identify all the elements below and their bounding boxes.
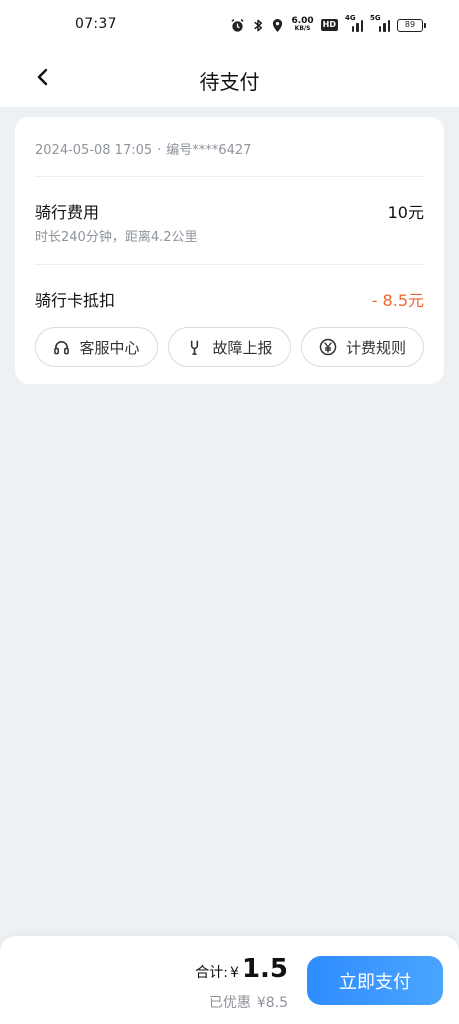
yen-icon — [319, 338, 337, 356]
fee-detail: 时长240分钟，距离4.2公里 — [35, 230, 198, 245]
hd-badge: HD — [320, 19, 338, 31]
alarm-icon — [230, 18, 245, 33]
billing-rules-label: 计费规则 — [345, 338, 406, 357]
signal-1-label: 4G — [345, 14, 356, 22]
page-title: 待支付 — [199, 70, 260, 94]
wrench-icon — [186, 339, 203, 356]
battery-icon: 89 — [397, 18, 426, 32]
total-line: 合计: ¥ 1.5 — [195, 954, 288, 984]
net-speed-value: 6.00 — [291, 16, 314, 26]
net-speed-unit: KB/S — [294, 25, 311, 32]
saved-amount: ¥8.5 — [256, 995, 288, 1011]
total-label: 合计: — [195, 965, 229, 981]
payment-bar: 合计: ¥ 1.5 已优惠 ¥8.5 立即支付 — [0, 936, 459, 1024]
total-amount: 1.5 — [241, 954, 288, 984]
net-speed: 6.00 KB/S — [291, 17, 313, 33]
order-card: 2024-05-08 17:05 · 编号****6427 骑行费用 10元 时长2… — [15, 117, 444, 384]
total-currency: ¥ — [230, 965, 239, 981]
signal-2-label: 5G — [370, 14, 381, 22]
status-icons: 6.00 KB/S HD 4G 5G 89 — [230, 14, 426, 35]
billing-rules-button[interactable]: 计费规则 — [301, 327, 424, 367]
screen: 07:37 6.00 KB/S HD 4G 5G 89 待支付 2024-05-… — [0, 0, 459, 1024]
status-time: 07:37 — [75, 16, 117, 32]
signal-icon-1: 4G — [345, 14, 364, 32]
status-bar: 07:37 6.00 KB/S HD 4G 5G 89 — [0, 0, 459, 52]
meta-separator: · — [157, 143, 162, 158]
headset-icon — [53, 339, 70, 356]
bluetooth-icon — [252, 18, 264, 33]
fee-value: 10元 — [387, 203, 424, 222]
signal-icon-2: 5G — [370, 14, 390, 32]
location-icon — [271, 18, 284, 33]
divider — [35, 264, 424, 265]
saved-line: 已优惠 ¥8.5 — [209, 992, 288, 1012]
saved-label: 已优惠 — [208, 995, 251, 1011]
customer-service-button[interactable]: 客服中心 — [35, 327, 158, 367]
discount-value: - 8.5元 — [371, 291, 424, 310]
fault-report-label: 故障上报 — [212, 338, 273, 357]
order-datetime: 2024-05-08 17:05 — [35, 143, 153, 158]
pay-now-button[interactable]: 立即支付 — [307, 956, 443, 1005]
fault-report-button[interactable]: 故障上报 — [168, 327, 291, 367]
order-number: 编号****6427 — [166, 143, 252, 158]
customer-service-label: 客服中心 — [79, 338, 140, 357]
order-meta: 2024-05-08 17:05 · 编号****6427 — [35, 139, 251, 158]
title-bar: 待支付 — [0, 52, 459, 107]
discount-label: 骑行卡抵扣 — [35, 291, 116, 310]
divider — [35, 176, 424, 177]
fee-label: 骑行费用 — [35, 203, 100, 222]
